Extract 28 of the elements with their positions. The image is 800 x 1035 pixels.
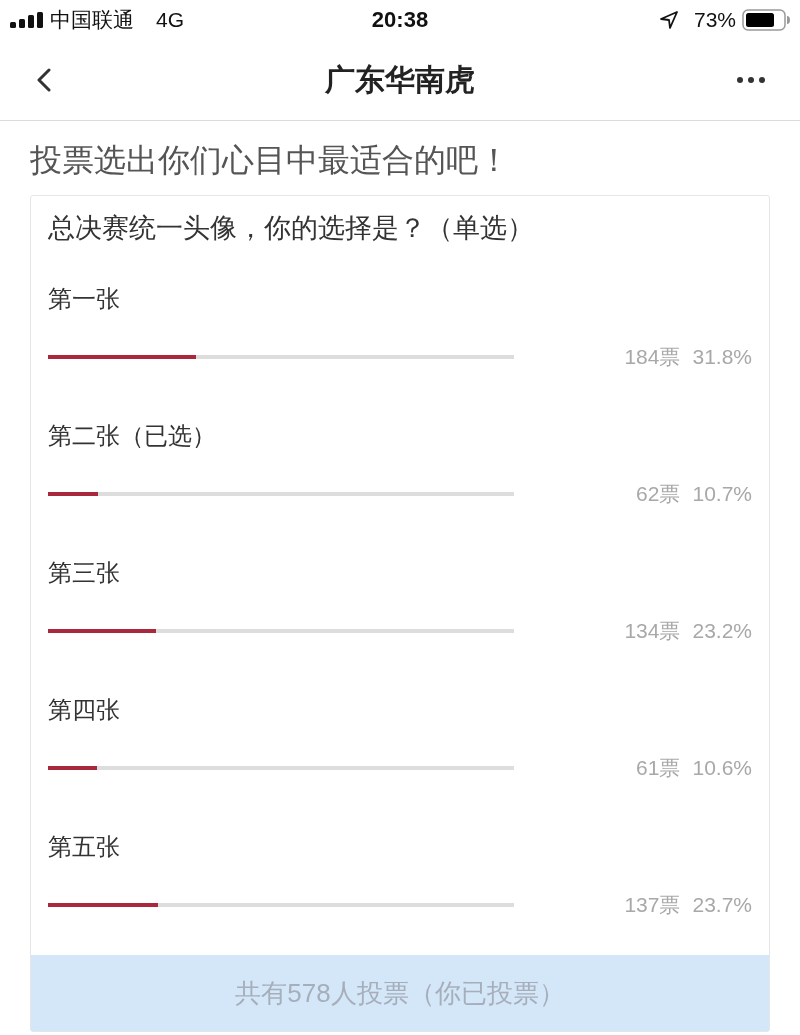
vote-count: 134票 bbox=[624, 618, 681, 644]
location-arrow-icon bbox=[659, 11, 678, 29]
option-label: 第四张 bbox=[48, 695, 121, 725]
vote-percent: 10.6% bbox=[692, 755, 752, 781]
signal-icon bbox=[10, 12, 44, 28]
vote-count: 61票 bbox=[636, 755, 681, 781]
carrier-name: 中国联通 bbox=[50, 7, 134, 33]
vote-percent: 23.7% bbox=[692, 892, 752, 918]
option-label: 第三张 bbox=[48, 558, 121, 588]
vote-percent: 31.8% bbox=[692, 344, 752, 370]
vote-percent: 10.7% bbox=[692, 481, 752, 507]
poll-question: 总决赛统一头像，你的选择是？（单选） bbox=[48, 212, 535, 245]
option-label: 第二张（已选） bbox=[48, 421, 217, 451]
network-type: 4G bbox=[156, 7, 184, 33]
vote-summary-banner: 共有578人投票（你已投票） bbox=[31, 955, 769, 1031]
option-label: 第一张 bbox=[48, 284, 121, 314]
more-icon bbox=[737, 77, 765, 83]
clock-time: 20:38 bbox=[371, 6, 429, 34]
back-icon bbox=[36, 68, 52, 92]
poll-heading: 投票选出你们心目中最适合的吧！ bbox=[29, 141, 511, 180]
battery-percent: 73% bbox=[693, 7, 736, 33]
vote-percent: 23.2% bbox=[692, 618, 752, 644]
vote-count: 62票 bbox=[636, 481, 681, 507]
battery-icon bbox=[742, 9, 790, 31]
page-title: 广东华南虎 bbox=[325, 62, 475, 98]
vote-count: 137票 bbox=[624, 892, 681, 918]
vote-count: 184票 bbox=[624, 344, 681, 370]
option-label: 第五张 bbox=[48, 832, 121, 862]
